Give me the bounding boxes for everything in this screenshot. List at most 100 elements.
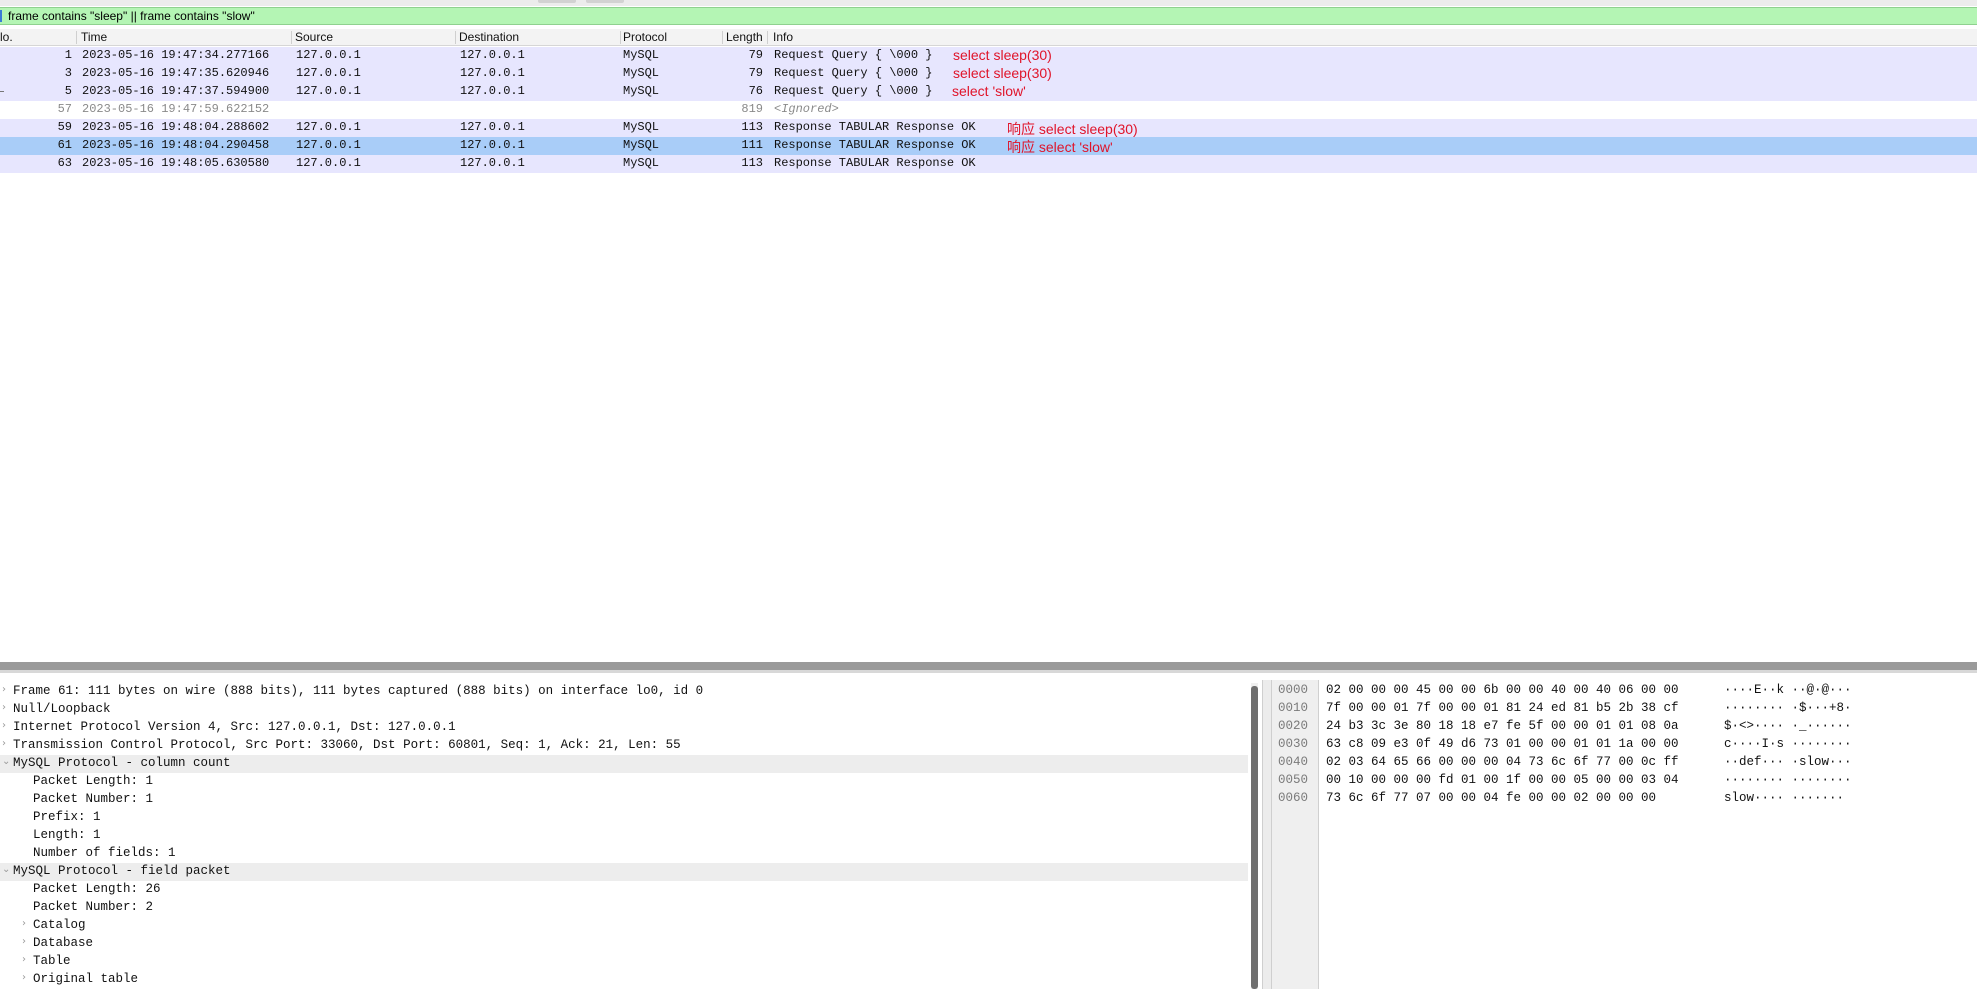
column-header-time[interactable]: Time (81, 30, 281, 45)
expanded-chevron-icon[interactable]: ⌄ (2, 864, 10, 875)
packet-info-cell: Request Query { \000 } (774, 84, 933, 98)
column-separator[interactable] (76, 31, 77, 44)
details-bytes-splitter[interactable] (1262, 680, 1272, 989)
detail-tree-item[interactable]: ⌄ MySQL Protocol - field packet (0, 863, 1248, 881)
detail-tree-item[interactable]: Packet Number: 2 (0, 899, 1248, 917)
details-scrollbar[interactable] (1251, 683, 1258, 989)
red-annotation-label: 响应 select 'slow' (1007, 139, 1113, 155)
collapsed-chevron-icon[interactable]: › (22, 972, 26, 983)
related-packet-marker-icon (0, 91, 4, 92)
toolbar-tab-handle[interactable] (538, 0, 576, 3)
collapsed-chevron-icon[interactable]: › (2, 720, 6, 731)
hex-ascii[interactable]: $·<>···· ·_······ (1724, 719, 1852, 737)
packet-time-cell: 2023-05-16 19:48:04.290458 (82, 138, 270, 152)
detail-tree-item[interactable]: › Table (0, 953, 1248, 971)
packet-row[interactable]: 57 2023-05-16 19:47:59.622152 819 <Ignored> (0, 101, 1977, 119)
hex-ascii[interactable]: ····E··k ··@·@··· (1724, 683, 1852, 701)
hex-bytes[interactable]: 00 10 00 00 00 fd 01 00 1f 00 00 05 00 0… (1326, 773, 1679, 791)
packet-no-cell: 3 (64, 66, 72, 80)
details-scrollbar-thumb[interactable] (1251, 686, 1258, 989)
hex-ascii[interactable]: ··def··· ·slow··· (1724, 755, 1852, 773)
expanded-chevron-icon[interactable]: ⌄ (2, 756, 10, 767)
top-toolbar-strip (0, 0, 1977, 6)
hex-bytes[interactable]: 02 03 64 65 66 00 00 00 04 73 6c 6f 77 0… (1326, 755, 1679, 773)
packet-time-cell: 2023-05-16 19:47:34.277166 (82, 48, 270, 62)
collapsed-chevron-icon[interactable]: › (22, 936, 26, 947)
detail-tree-item[interactable]: Number of fields: 1 (0, 845, 1248, 863)
packet-row[interactable]: 63 2023-05-16 19:48:05.630580 127.0.0.1 127… (0, 155, 1977, 173)
column-header-no[interactable]: lo. (0, 30, 60, 45)
packet-length-cell: 819 (741, 102, 763, 116)
detail-tree-item[interactable]: › Internet Protocol Version 4, Src: 127.0… (0, 719, 1248, 737)
collapsed-chevron-icon[interactable]: › (2, 738, 6, 749)
packet-row[interactable]: 59 2023-05-16 19:48:04.288602 127.0.0.1 127… (0, 119, 1977, 137)
packet-info-cell: Request Query { \000 } (774, 48, 933, 62)
packet-time-cell: 2023-05-16 19:47:59.622152 (82, 102, 270, 116)
packet-info-cell: <Ignored> (774, 102, 839, 116)
detail-tree-item[interactable]: Length: 1 (0, 827, 1248, 845)
hex-bytes[interactable]: 7f 00 00 01 7f 00 00 01 81 24 ed 81 b5 2… (1326, 701, 1679, 719)
hex-ascii[interactable]: ········ ·$···+8· (1724, 701, 1852, 719)
red-annotation-label: select 'slow' (952, 83, 1026, 99)
detail-tree-item[interactable]: › Frame 61: 111 bytes on wire (888 bits),… (0, 683, 1248, 701)
column-header-destination[interactable]: Destination (459, 30, 609, 45)
hex-offset: 0010 (1278, 701, 1309, 715)
filter-bookmark-icon[interactable] (0, 10, 2, 22)
detail-tree-item[interactable]: Packet Length: 1 (0, 773, 1248, 791)
hex-bytes[interactable]: 24 b3 3c 3e 80 18 18 e7 fe 5f 00 00 01 0… (1326, 719, 1679, 737)
packet-protocol-cell: MySQL (623, 84, 660, 98)
packet-row[interactable]: 61 2023-05-16 19:48:04.290458 127.0.0.1 127… (0, 137, 1977, 155)
hex-bytes[interactable]: 73 6c 6f 77 07 00 00 04 fe 00 00 02 00 0… (1326, 791, 1656, 809)
detail-tree-item[interactable]: › Database (0, 935, 1248, 953)
packet-no-cell: 5 (64, 84, 72, 98)
detail-tree-item[interactable]: Packet Number: 1 (0, 791, 1248, 809)
packet-protocol-cell: MySQL (623, 48, 660, 62)
hex-offset: 0050 (1278, 773, 1309, 787)
column-separator[interactable] (722, 31, 723, 44)
toolbar-tab-handle[interactable] (586, 0, 624, 3)
detail-tree-label: Packet Number: 1 (33, 792, 154, 806)
detail-tree-item[interactable]: Prefix: 1 (0, 809, 1248, 827)
packet-destination-cell: 127.0.0.1 (460, 48, 525, 62)
detail-tree-label: Packet Length: 26 (33, 882, 161, 896)
packet-destination-cell: 127.0.0.1 (460, 138, 525, 152)
column-header-protocol[interactable]: Protocol (623, 30, 713, 45)
detail-tree-item[interactable]: Packet Length: 26 (0, 881, 1248, 899)
packet-length-cell: 113 (741, 120, 763, 134)
detail-tree-item[interactable]: › Catalog (0, 917, 1248, 935)
column-header-length[interactable]: Length (726, 30, 766, 45)
hex-ascii[interactable]: ········ ········ (1724, 773, 1852, 791)
column-separator[interactable] (620, 31, 621, 44)
collapsed-chevron-icon[interactable]: › (2, 702, 6, 713)
detail-tree-item[interactable]: › Null/Loopback (0, 701, 1248, 719)
packet-time-cell: 2023-05-16 19:47:37.594900 (82, 84, 270, 98)
packet-row[interactable]: 5 2023-05-16 19:47:37.594900 127.0.0.1 127.… (0, 83, 1977, 101)
display-filter-input[interactable] (8, 8, 1908, 24)
column-separator[interactable] (767, 31, 768, 44)
collapsed-chevron-icon[interactable]: › (22, 954, 26, 965)
column-separator[interactable] (455, 31, 456, 44)
column-separator[interactable] (291, 31, 292, 44)
collapsed-chevron-icon[interactable]: › (2, 684, 6, 695)
packet-no-cell: 59 (57, 120, 72, 134)
packet-row[interactable]: 3 2023-05-16 19:47:35.620946 127.0.0.1 127.… (0, 65, 1977, 83)
hex-bytes[interactable]: 02 00 00 00 45 00 00 6b 00 00 40 00 40 0… (1326, 683, 1679, 701)
column-header-source[interactable]: Source (295, 30, 445, 45)
hex-offset: 0020 (1278, 719, 1309, 733)
hex-ascii[interactable]: slow···· ······· (1724, 791, 1844, 809)
hex-offset: 0040 (1278, 755, 1309, 769)
packet-info-cell: Response TABULAR Response OK (774, 138, 976, 152)
display-filter-bar (0, 7, 1977, 25)
red-annotation-label: select sleep(30) (953, 65, 1052, 81)
hex-bytes[interactable]: 63 c8 09 e3 0f 49 d6 73 01 00 00 01 01 1… (1326, 737, 1679, 755)
hex-offset: 0000 (1278, 683, 1309, 697)
detail-tree-item[interactable]: › Original table (0, 971, 1248, 989)
column-header-info[interactable]: Info (773, 30, 1073, 45)
hex-ascii[interactable]: c····I·s ········ (1724, 737, 1852, 755)
pane-splitter[interactable] (0, 662, 1977, 670)
detail-tree-label: Null/Loopback (13, 702, 111, 716)
collapsed-chevron-icon[interactable]: › (22, 918, 26, 929)
detail-tree-item[interactable]: › Transmission Control Protocol, Src Port… (0, 737, 1248, 755)
packet-row[interactable]: 1 2023-05-16 19:47:34.277166 127.0.0.1 127.… (0, 47, 1977, 65)
detail-tree-item[interactable]: ⌄ MySQL Protocol - column count (0, 755, 1248, 773)
